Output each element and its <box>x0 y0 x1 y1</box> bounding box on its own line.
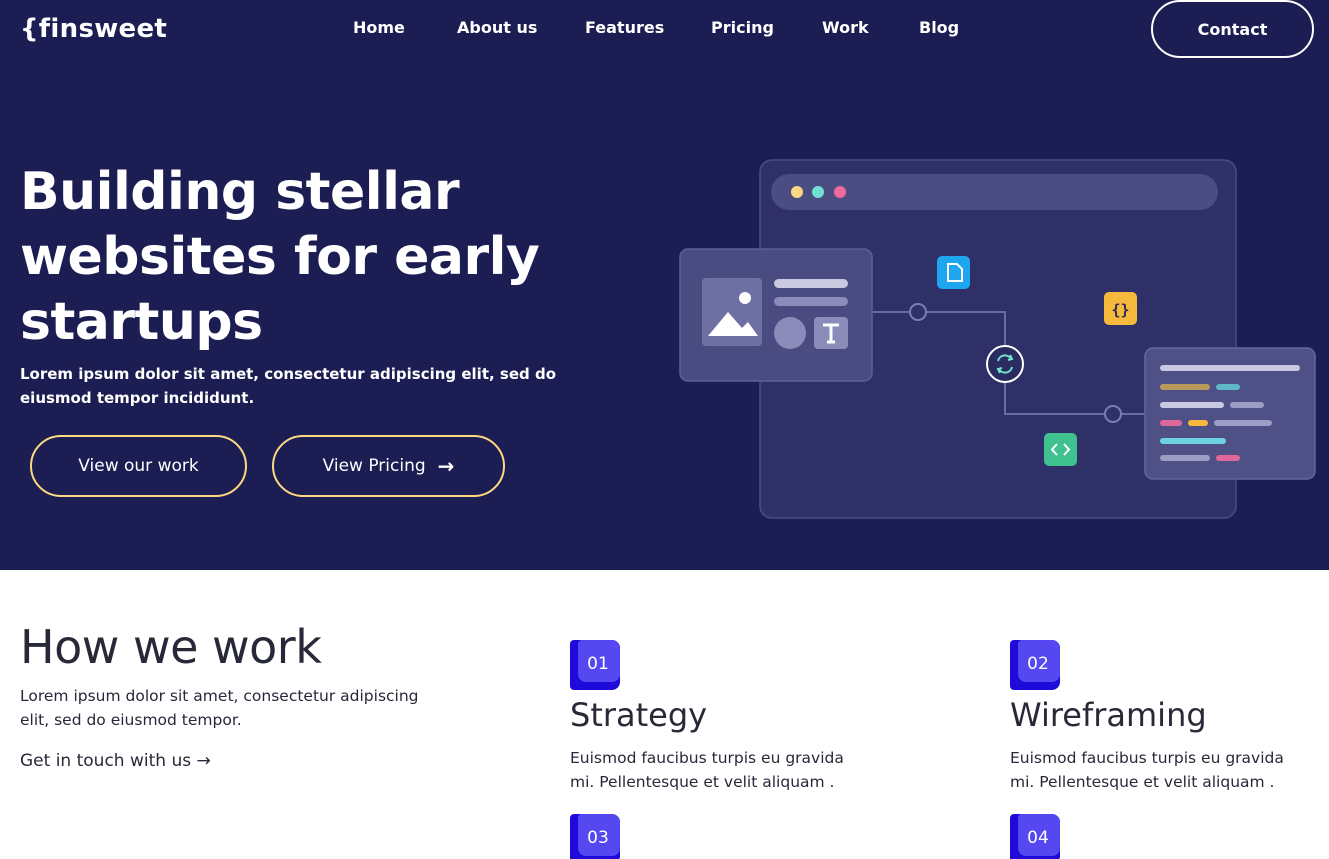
card-circle <box>774 317 806 349</box>
card-line-1 <box>774 279 848 288</box>
nav-work[interactable]: Work <box>822 18 869 37</box>
svg-text:{}: {} <box>1111 301 1129 319</box>
step-title: Wireframing <box>1010 696 1207 734</box>
hero-section: {finsweet Home About us Features Pricing… <box>0 0 1329 570</box>
arrow-right-icon: → <box>196 751 211 771</box>
hero-description: Lorem ipsum dolor sit amet, consectetur … <box>20 365 557 407</box>
step-card: 02 Wireframing Euismod faucibus turpis e… <box>1010 640 1284 791</box>
step-card: 03 <box>570 814 620 859</box>
get-in-touch-link[interactable]: Get in touch with us → <box>20 751 211 771</box>
step-number-badge: 02 <box>1010 640 1060 690</box>
nav-blog[interactable]: Blog <box>919 18 959 37</box>
step-number: 02 <box>1027 654 1049 674</box>
window-dot-pink <box>834 186 846 198</box>
view-pricing-label: View Pricing <box>322 456 426 476</box>
get-in-touch-label: Get in touch with us <box>20 751 192 771</box>
step-number: 04 <box>1027 828 1049 848</box>
step-card: 01 Strategy Euismod faucibus turpis eu g… <box>570 640 844 791</box>
step-description: Euismod faucibus turpis eu gravida mi. P… <box>1010 749 1284 791</box>
arrow-right-icon: → <box>437 454 455 478</box>
nav-pricing[interactable]: Pricing <box>711 18 774 37</box>
nav-features[interactable]: Features <box>585 18 664 37</box>
view-pricing-button[interactable]: View Pricing → <box>272 435 505 497</box>
code-icon <box>1044 433 1077 466</box>
step-number-badge: 01 <box>570 640 620 690</box>
step-description: Euismod faucibus turpis eu gravida mi. P… <box>570 749 844 791</box>
step-number: 03 <box>587 828 609 848</box>
nav-about-us[interactable]: About us <box>457 18 537 37</box>
step-number: 01 <box>587 654 609 674</box>
view-work-label: View our work <box>78 456 199 476</box>
connector-node-right <box>1104 405 1122 423</box>
how-we-work-title: How we work <box>20 620 322 674</box>
connector-node-left <box>909 303 927 321</box>
card-line-2 <box>774 297 848 306</box>
contact-button[interactable]: Contact <box>1151 0 1314 58</box>
image-icon <box>702 278 762 346</box>
step-number-badge: 04 <box>1010 814 1060 859</box>
step-title: Strategy <box>570 696 708 734</box>
code-braces-icon: {} <box>1104 292 1137 325</box>
hero-illustration: {} <box>679 159 1316 519</box>
step-card: 04 <box>1010 814 1060 859</box>
sync-icon <box>986 345 1024 383</box>
window-dot-teal <box>812 186 824 198</box>
nav-home[interactable]: Home <box>353 18 405 37</box>
how-we-work-description: Lorem ipsum dolor sit amet, consectetur … <box>20 687 419 729</box>
window-dot-yellow <box>791 186 803 198</box>
file-icon <box>937 256 970 289</box>
text-icon <box>814 317 848 349</box>
view-work-button[interactable]: View our work <box>30 435 247 497</box>
hero-title: Building stellar websites for early star… <box>20 162 540 352</box>
logo[interactable]: {finsweet <box>20 14 167 44</box>
step-number-badge: 03 <box>570 814 620 859</box>
